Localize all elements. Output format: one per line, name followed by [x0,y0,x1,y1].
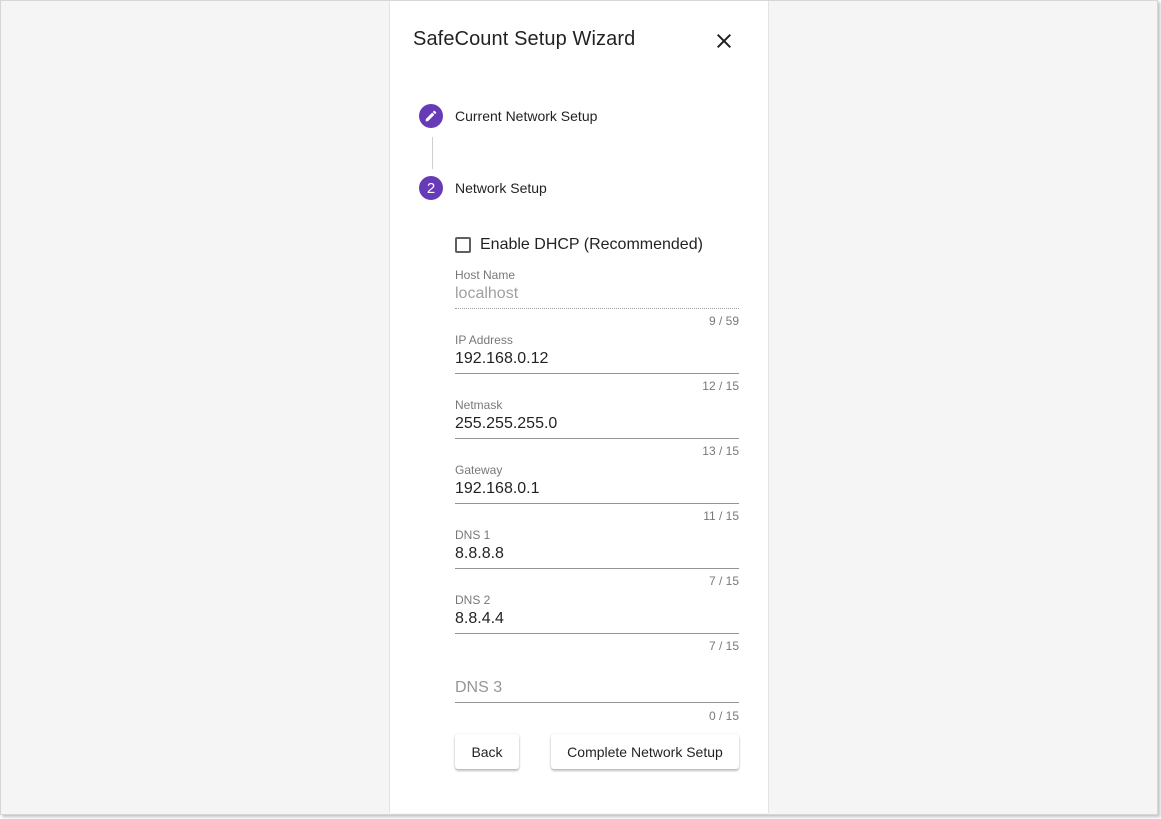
dns2-counter: 7 / 15 [708,639,739,653]
gateway-label: Gateway [455,463,503,477]
dns2-input[interactable] [455,607,739,631]
dialog-title: SafeCount Setup Wizard [413,28,636,50]
dhcp-checkbox-box[interactable] [455,237,471,253]
dns3-underline [455,702,739,703]
netmask-underline [455,438,739,439]
netmask-counter: 13 / 15 [702,444,739,458]
dns1-underline [455,568,739,569]
gateway-input[interactable] [455,477,739,501]
host-name-underline [455,308,739,309]
complete-network-setup-button[interactable]: Complete Network Setup [551,734,739,769]
dhcp-checkbox[interactable]: Enable DHCP (Recommended) [455,236,703,254]
netmask-input[interactable] [455,412,739,436]
step-2-label: Network Setup [455,180,547,196]
dns2-underline [455,633,739,634]
close-button[interactable] [712,29,736,53]
host-name-label: Host Name [455,268,516,282]
step-2-badge: 2 [419,176,443,200]
gateway-underline [455,503,739,504]
dns1-label: DNS 1 [455,528,491,542]
step-connector [432,137,433,169]
step-1-badge [419,104,443,128]
host-name-input [455,282,739,306]
netmask-label: Netmask [455,398,503,412]
back-button[interactable]: Back [455,734,519,769]
app-viewport: SafeCount Setup Wizard Current Network S… [0,0,1158,815]
close-icon [717,34,731,48]
step-2-number: 2 [426,179,436,197]
dns2-label: DNS 2 [455,593,491,607]
host-name-counter: 9 / 59 [708,314,739,328]
step-network-setup[interactable]: 2 Network Setup [419,176,547,200]
step-1-label: Current Network Setup [455,108,598,124]
ip-address-underline [455,373,739,374]
dhcp-checkbox-label: Enable DHCP (Recommended) [480,236,703,253]
pencil-icon [425,110,437,122]
gateway-counter: 11 / 15 [703,509,739,523]
ip-address-label: IP Address [455,333,513,347]
dns1-input[interactable] [455,542,739,566]
setup-wizard-dialog: SafeCount Setup Wizard Current Network S… [389,1,769,813]
dns3-counter: 0 / 15 [708,709,739,723]
ip-address-counter: 12 / 15 [702,379,739,393]
dns1-counter: 7 / 15 [708,574,739,588]
step-current-network-setup[interactable]: Current Network Setup [419,104,597,128]
ip-address-input[interactable] [455,347,739,371]
dns3-input[interactable] [455,676,739,700]
